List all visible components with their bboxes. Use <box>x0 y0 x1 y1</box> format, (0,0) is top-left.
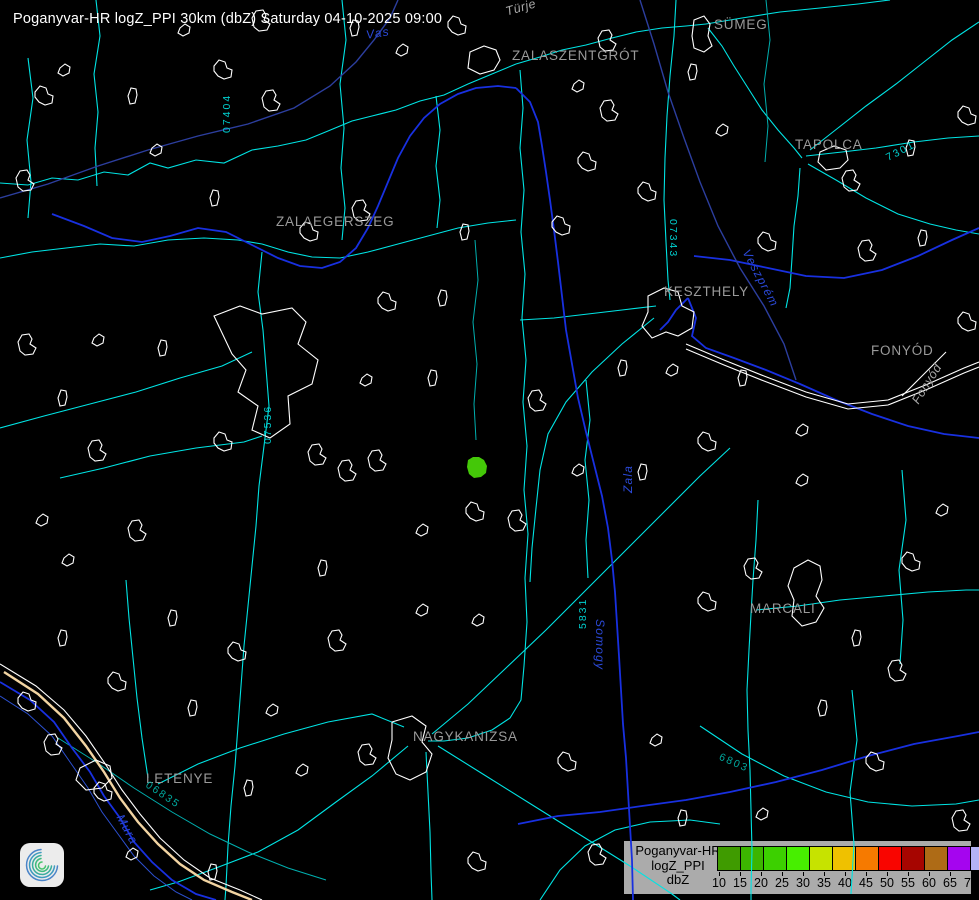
city-label-nagykanizsa: NAGYKANIZSA <box>413 729 518 744</box>
road-label-5831: 5831 <box>577 598 589 629</box>
road-label-6803: 6803 <box>717 751 751 775</box>
village-label-turje: Türje <box>504 0 538 18</box>
city-label-marcali: MARCALI <box>750 601 816 616</box>
map-labels: SÜMEG ZALASZENTGRÓT TAPOLCA ZALAEGERSZEG KES… <box>0 0 979 900</box>
city-label-fonyod: FONYÓD <box>871 343 934 358</box>
spiral-icon <box>20 843 64 887</box>
road-label-07343: 07343 <box>667 219 679 258</box>
river-label-mura: Mura <box>114 812 141 847</box>
city-label-zalaszentgrot: ZALASZENTGRÓT <box>512 48 639 63</box>
radar-title: Poganyvar-HR logZ_PPI 30km (dbZ) Saturda… <box>13 11 442 27</box>
met-spiral-logo <box>20 843 64 887</box>
county-label-veszprem: Veszprém <box>740 247 782 309</box>
city-label-tapolca: TAPOLCA <box>795 137 863 152</box>
road-label-07536: 07536 <box>262 405 274 444</box>
radar-map-screen: Poganyvar-HR logZ_PPI dbZ 10152025303540… <box>0 0 979 900</box>
city-label-sumeg: SÜMEG <box>714 17 768 32</box>
city-label-keszthely: KESZTHELY <box>664 284 749 299</box>
city-label-zalaegerszeg: ZALAEGERSZEG <box>276 214 394 229</box>
station-label-fonyod: Fonyód <box>909 361 945 406</box>
county-label-zala: Zala <box>621 465 635 493</box>
road-label-07404: 07404 <box>221 94 233 133</box>
road-label-7301: 7301 <box>884 139 917 164</box>
county-label-somogy: Somogy <box>593 619 607 670</box>
